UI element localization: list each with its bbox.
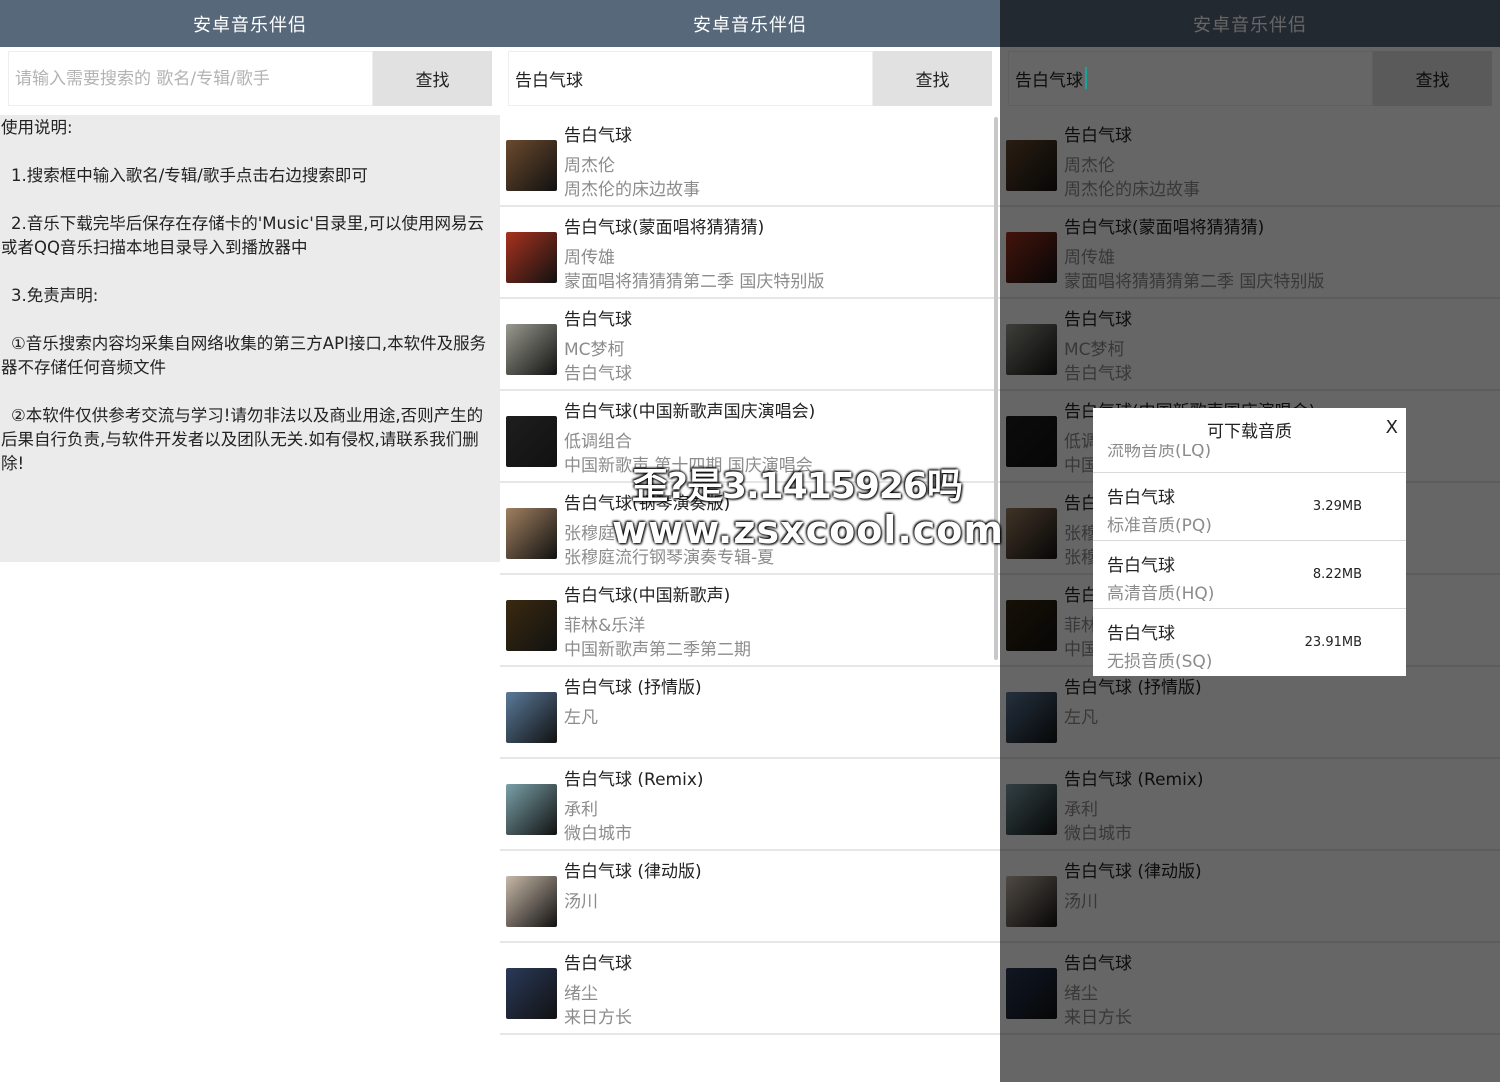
search-input[interactable] [508, 51, 873, 106]
result-row[interactable]: 告白气球MC梦柯告白气球 [500, 299, 1000, 391]
text-cursor [1085, 67, 1087, 89]
search-button[interactable]: 查找 [373, 51, 492, 106]
search-bar: 查找 [8, 51, 492, 106]
search-bar: 查找 [508, 51, 992, 106]
album-cover-image [506, 324, 557, 375]
song-title: 告白气球 [564, 310, 632, 330]
title-bar: 安卓音乐伴侣 [0, 0, 500, 47]
search-button[interactable]: 查找 [873, 51, 992, 106]
album-name: 张穆庭流行钢琴演奏专辑-夏 [564, 548, 775, 568]
results-list: 告白气球周杰伦周杰伦的床边故事告白气球(蒙面唱将猜猜猜)周传雄蒙面唱将猜猜猜第二… [500, 115, 1000, 1035]
quality-label: 高清音质(HQ) [1107, 584, 1215, 604]
artist-name: 绪尘 [564, 984, 598, 1004]
title-bar: 安卓音乐伴侣 [500, 0, 1000, 47]
screen-results: 安卓音乐伴侣 查找 告白气球周杰伦周杰伦的床边故事告白气球(蒙面唱将猜猜猜)周传… [500, 0, 1000, 1082]
scrollbar[interactable] [994, 117, 998, 660]
album-cover-image [506, 600, 557, 651]
album-name: 中国新歌声第二季第二期 [564, 640, 751, 660]
song-title: 告白气球(钢琴演奏版) [564, 494, 731, 514]
app-title: 安卓音乐伴侣 [193, 14, 307, 36]
result-row[interactable]: 告白气球(钢琴演奏版) 张穆庭张穆庭流行钢琴演奏专辑-夏 [500, 483, 1000, 575]
search-input[interactable] [8, 51, 373, 106]
song-title: 告白气球(蒙面唱将猜猜猜) [564, 218, 765, 238]
quality-label: 标准音质(PQ) [1107, 516, 1212, 536]
album-cover-image [506, 416, 557, 467]
artist-name: 周杰伦 [564, 156, 615, 176]
file-size: 8.22MB [1312, 567, 1362, 582]
quality-option[interactable]: 告白气球 无损音质(SQ) 23.91MB [1093, 608, 1406, 676]
album-cover-image [506, 692, 557, 743]
artist-name: 低调组合 [564, 432, 632, 452]
album-name: 来日方长 [564, 1008, 632, 1028]
album-name: 微白城市 [564, 824, 632, 844]
album-cover-image [506, 968, 557, 1019]
result-row[interactable]: 告白气球周杰伦周杰伦的床边故事 [500, 115, 1000, 207]
result-row[interactable]: 告白气球绪尘来日方长 [500, 943, 1000, 1035]
artist-name: 左凡 [564, 708, 598, 728]
song-title: 告白气球 [564, 954, 632, 974]
song-title: 告白气球(中国新歌声国庆演唱会) [564, 402, 816, 422]
album-name: 中国新歌声 第十四期 国庆演唱会 [564, 456, 813, 476]
instruction-item-2: 2.音乐下载完毕后保存在存储卡的'Music'目录里,可以使用网易云或者QQ音乐… [1, 214, 485, 257]
result-row[interactable]: 告白气球 (抒情版) 左凡 [500, 667, 1000, 759]
file-size: 23.91MB [1304, 635, 1362, 650]
quality-option-partial[interactable]: 流畅音质(LQ) [1107, 444, 1211, 460]
quality-dialog: 可下载音质 X 流畅音质(LQ) 告白气球 标准音质(PQ) 3.29MB 告白… [1093, 408, 1406, 676]
song-title: 告白气球 [564, 126, 632, 146]
album-cover-image [506, 876, 557, 927]
dialog-title: 可下载音质 [1207, 421, 1292, 442]
result-row[interactable]: 告白气球(蒙面唱将猜猜猜) 周传雄蒙面唱将猜猜猜第二季 国庆特别版 [500, 207, 1000, 299]
artist-name: MC梦柯 [564, 340, 625, 360]
artist-name: 承利 [564, 800, 598, 820]
album-cover-image [506, 784, 557, 835]
song-title: 告白气球 (律动版) [564, 862, 702, 882]
song-title: 告白气球 (抒情版) [564, 678, 702, 698]
quality-song-title: 告白气球 [1107, 556, 1175, 576]
instructions-panel: 使用说明: 1.搜索框中输入歌名/专辑/歌手点击右边搜索即可 2.音乐下载完毕后… [0, 115, 500, 562]
instruction-item-3: 3.免责声明: [11, 286, 99, 305]
artist-name: 张穆庭 [564, 524, 615, 544]
artist-name: 周传雄 [564, 248, 615, 268]
quality-option[interactable]: 告白气球 标准音质(PQ) 3.29MB [1093, 472, 1406, 540]
instruction-item-5: ②本软件仅供参考交流与学习!请勿非法以及商业用途,否则产生的后果自行负责,与软件… [1, 406, 484, 473]
song-title: 告白气球(中国新歌声) [564, 586, 731, 606]
song-title: 告白气球 (Remix) [564, 770, 704, 790]
instruction-item-4: ①音乐搜索内容均采集自网络收集的第三方API接口,本软件及服务器不存储任何音频文… [1, 334, 487, 377]
screen-instructions: 安卓音乐伴侣 查找 使用说明: 1.搜索框中输入歌名/专辑/歌手点击右边搜索即可… [0, 0, 500, 1082]
quality-label: 无损音质(SQ) [1107, 652, 1213, 672]
album-cover-image [506, 232, 557, 283]
file-size: 3.29MB [1312, 499, 1362, 514]
quality-option[interactable]: 告白气球 高清音质(HQ) 8.22MB [1093, 540, 1406, 608]
album-name: 告白气球 [564, 364, 632, 384]
app-title: 安卓音乐伴侣 [693, 14, 807, 36]
result-row[interactable]: 告白气球 (律动版) 汤川 [500, 851, 1000, 943]
artist-name: 菲林&乐洋 [564, 616, 646, 636]
result-row[interactable]: 告白气球 (Remix) 承利微白城市 [500, 759, 1000, 851]
album-cover-image [506, 140, 557, 191]
quality-song-title: 告白气球 [1107, 624, 1175, 644]
quality-options: 告白气球 标准音质(PQ) 3.29MB 告白气球 高清音质(HQ) 8.22M… [1093, 472, 1406, 676]
result-row[interactable]: 告白气球(中国新歌声国庆演唱会) 低调组合中国新歌声 第十四期 国庆演唱会 [500, 391, 1000, 483]
screen-quality-dialog: 安卓音乐伴侣 查找 告白气球周杰伦周杰伦的床边故事告白气球(蒙面唱将猜猜猜)周传… [1000, 0, 1500, 1082]
album-name: 蒙面唱将猜猜猜第二季 国庆特别版 [564, 272, 825, 292]
quality-song-title: 告白气球 [1107, 488, 1175, 508]
close-button[interactable]: X [1386, 417, 1398, 438]
result-row[interactable]: 告白气球(中国新歌声) 菲林&乐洋中国新歌声第二季第二期 [500, 575, 1000, 667]
album-cover-image [506, 508, 557, 559]
artist-name: 汤川 [564, 892, 598, 912]
instruction-item-1: 1.搜索框中输入歌名/专辑/歌手点击右边搜索即可 [11, 166, 368, 185]
instructions-heading: 使用说明: [1, 118, 73, 137]
album-name: 周杰伦的床边故事 [564, 180, 700, 200]
